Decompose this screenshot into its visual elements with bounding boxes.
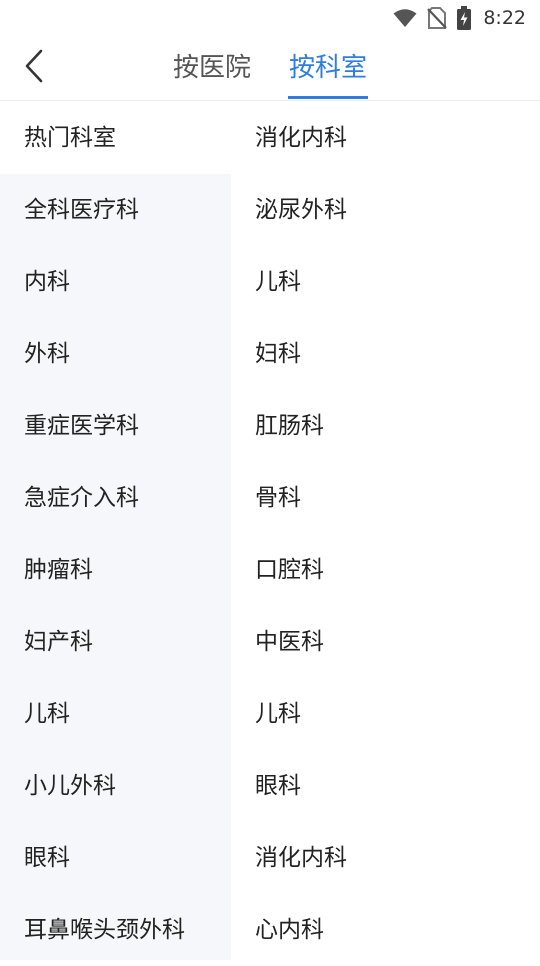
department-list: 消化内科 泌尿外科 儿科 妇科 肛肠科 骨科 口腔科 中医科 儿科 眼科 消化内… — [231, 102, 540, 960]
category-list: 热门科室 全科医疗科 内科 外科 重症医学科 急症介入科 肿瘤科 妇产科 儿科 … — [0, 102, 231, 960]
category-item-critical-care[interactable]: 重症医学科 — [0, 390, 231, 462]
category-item-ent-head-neck[interactable]: 耳鼻喉头颈外科 — [0, 894, 231, 966]
department-item[interactable]: 妇科 — [231, 318, 540, 390]
nav-bar: 按医院 按科室 — [0, 36, 540, 101]
battery-charging-icon — [457, 6, 472, 30]
category-item-pediatrics[interactable]: 儿科 — [0, 678, 231, 750]
category-item-surgery[interactable]: 外科 — [0, 318, 231, 390]
department-picker: 热门科室 全科医疗科 内科 外科 重症医学科 急症介入科 肿瘤科 妇产科 儿科 … — [0, 102, 540, 960]
department-item[interactable]: 骨科 — [231, 462, 540, 534]
department-item[interactable]: 儿科 — [231, 678, 540, 750]
category-item-obstetrics-gynecology[interactable]: 妇产科 — [0, 606, 231, 678]
status-bar: 8:22 — [0, 0, 540, 36]
category-item-emergency-intervention[interactable]: 急症介入科 — [0, 462, 231, 534]
department-item[interactable]: 消化内科 — [231, 822, 540, 894]
back-button[interactable] — [14, 48, 54, 88]
chevron-left-icon — [23, 49, 45, 87]
department-item[interactable]: 心内科 — [231, 894, 540, 966]
category-item-pediatric-surgery[interactable]: 小儿外科 — [0, 750, 231, 822]
status-time: 8:22 — [483, 7, 526, 29]
category-item-oncology[interactable]: 肿瘤科 — [0, 534, 231, 606]
department-item[interactable]: 眼科 — [231, 750, 540, 822]
category-item-ophthalmology[interactable]: 眼科 — [0, 822, 231, 894]
tab-by-hospital[interactable]: 按医院 — [166, 36, 258, 101]
no-sim-icon — [427, 7, 448, 29]
department-item[interactable]: 口腔科 — [231, 534, 540, 606]
wifi-icon — [393, 8, 417, 28]
department-item[interactable]: 中医科 — [231, 606, 540, 678]
active-tab-indicator — [288, 96, 368, 99]
category-item-hot[interactable]: 热门科室 — [0, 102, 231, 174]
tab-by-department[interactable]: 按科室 — [286, 36, 370, 101]
department-item[interactable]: 泌尿外科 — [231, 174, 540, 246]
category-item-internal-medicine[interactable]: 内科 — [0, 246, 231, 318]
department-item[interactable]: 肛肠科 — [231, 390, 540, 462]
category-item-general-medicine[interactable]: 全科医疗科 — [0, 174, 231, 246]
department-item[interactable]: 儿科 — [231, 246, 540, 318]
department-item[interactable]: 消化内科 — [231, 102, 540, 174]
